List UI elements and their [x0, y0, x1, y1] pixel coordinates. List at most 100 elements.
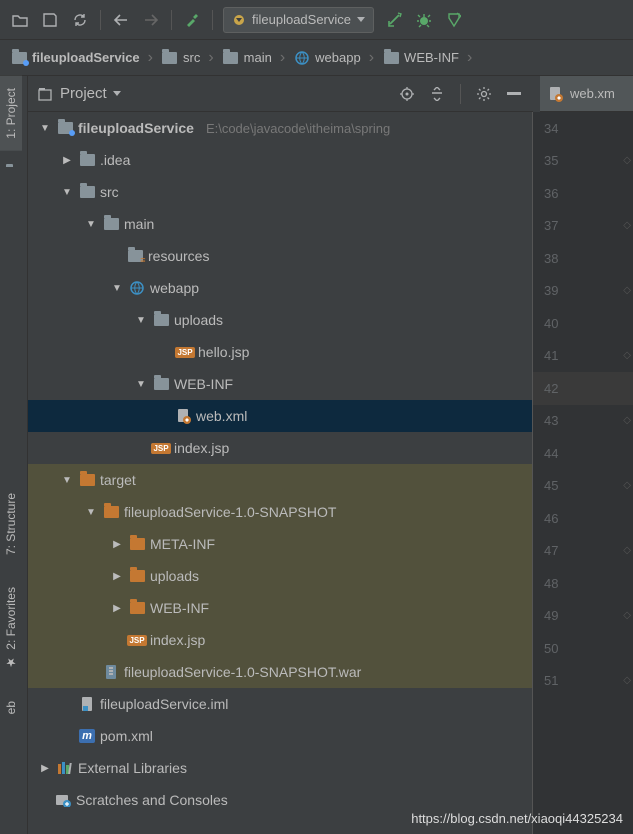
folder-icon [78, 471, 96, 489]
gutter-line[interactable]: 46 [532, 502, 633, 535]
tree-iml[interactable]: fileuploadService.iml [28, 688, 532, 720]
expand-arrow-icon[interactable]: ▶ [110, 603, 124, 614]
chevron-down-icon [113, 91, 121, 97]
folder-icon [161, 49, 179, 67]
debug-icon[interactable] [410, 6, 438, 34]
gutter-line[interactable]: 40 [532, 307, 633, 340]
gutter-line[interactable]: 41◇ [532, 340, 633, 373]
gutter-border [532, 112, 533, 834]
save-icon[interactable] [36, 6, 64, 34]
tree-war[interactable]: fileuploadService-1.0-SNAPSHOT.war [28, 656, 532, 688]
expand-arrow-icon[interactable]: ▼ [134, 315, 148, 326]
breadcrumb: fileuploadService › src › main › webapp … [0, 40, 633, 76]
crumb-webapp[interactable]: webapp [287, 46, 367, 70]
gutter-line[interactable]: 47◇ [532, 535, 633, 568]
tree-webapp[interactable]: ▼ webapp [28, 272, 532, 304]
expand-arrow-icon[interactable]: ▼ [84, 507, 98, 518]
gutter-line[interactable]: 45◇ [532, 470, 633, 503]
run-icon[interactable] [380, 6, 408, 34]
editor-tab-webxml[interactable]: web.xm [540, 76, 633, 112]
gutter-line[interactable]: 39◇ [532, 275, 633, 308]
jsp-file-icon: JSP [152, 439, 170, 457]
expand-arrow-icon[interactable]: ▼ [60, 475, 74, 486]
tree-metainf[interactable]: ▶ META-INF [28, 528, 532, 560]
web-folder-icon [293, 49, 311, 67]
tree-src[interactable]: ▼ src [28, 176, 532, 208]
jsp-file-icon: JSP [176, 343, 194, 361]
module-folder-icon [56, 119, 74, 137]
back-arrow-icon[interactable] [107, 6, 135, 34]
crumb-webinf[interactable]: WEB-INF [376, 46, 465, 70]
tree-resources[interactable]: ≡ resources [28, 240, 532, 272]
gutter-line[interactable]: 37◇ [532, 210, 633, 243]
expand-arrow-icon[interactable]: ▼ [110, 283, 124, 294]
separator [460, 84, 461, 104]
folder-stripe-icon[interactable] [6, 167, 22, 183]
folder-icon [152, 311, 170, 329]
stripe-tab-project[interactable]: 1: Project [0, 76, 22, 151]
gutter-line[interactable]: 48 [532, 567, 633, 600]
crumb-module[interactable]: fileuploadService [4, 46, 146, 70]
project-view-selector[interactable]: Project [36, 85, 121, 103]
tree-webinf2[interactable]: ▶ WEB-INF [28, 592, 532, 624]
tree-root[interactable]: ▼ fileuploadService E:\code\javacode\ith… [28, 112, 532, 144]
tree-snapshot[interactable]: ▼ fileuploadService-1.0-SNAPSHOT [28, 496, 532, 528]
tree-uploads[interactable]: ▼ uploads [28, 304, 532, 336]
separator [212, 10, 213, 30]
project-panel-header: Project [28, 76, 533, 112]
tree-uploads2[interactable]: ▶ uploads [28, 560, 532, 592]
folder-icon [222, 49, 240, 67]
gutter-line[interactable]: 38 [532, 242, 633, 275]
top-toolbar: fileuploadService [0, 0, 633, 40]
iml-file-icon [78, 695, 96, 713]
gutter-line[interactable]: 49◇ [532, 600, 633, 633]
jsp-file-icon: JSP [128, 631, 146, 649]
stripe-tab-favorites[interactable]: ★2: Favorites [0, 575, 22, 682]
tree-index-jsp[interactable]: JSP index.jsp [28, 432, 532, 464]
tree-idea[interactable]: ▶ .idea [28, 144, 532, 176]
build-hammer-icon[interactable] [178, 6, 206, 34]
crumb-main[interactable]: main [216, 46, 278, 70]
expand-arrow-icon[interactable]: ▼ [134, 379, 148, 390]
gear-icon[interactable] [473, 83, 495, 105]
expand-arrow-icon[interactable]: ▼ [84, 219, 98, 230]
gutter-line[interactable]: 50 [532, 632, 633, 665]
gutter-line[interactable]: 51◇ [532, 665, 633, 698]
crumb-src[interactable]: src [155, 46, 206, 70]
tree-index-jsp2[interactable]: JSP index.jsp [28, 624, 532, 656]
gutter-line[interactable]: 34 [532, 112, 633, 145]
gutter-line[interactable]: 35◇ [532, 145, 633, 178]
gutter-line[interactable]: 42 [532, 372, 633, 405]
tree-hello-jsp[interactable]: JSP hello.jsp [28, 336, 532, 368]
tree-main[interactable]: ▼ main [28, 208, 532, 240]
tree-web-xml[interactable]: web.xml [28, 400, 532, 432]
chevron-right-icon: › [148, 49, 153, 67]
sync-icon[interactable] [66, 6, 94, 34]
expand-arrow-icon[interactable]: ▶ [110, 571, 124, 582]
expand-arrow-icon[interactable]: ▼ [60, 187, 74, 198]
expand-arrow-icon[interactable]: ▶ [38, 763, 52, 774]
tree-external-libs[interactable]: ▶ External Libraries [28, 752, 532, 784]
tree-target[interactable]: ▼ target [28, 464, 532, 496]
tree-pom[interactable]: m pom.xml [28, 720, 532, 752]
libraries-icon [56, 759, 74, 777]
tree-webinf[interactable]: ▼ WEB-INF [28, 368, 532, 400]
minimize-icon[interactable] [503, 83, 525, 105]
gutter-line[interactable]: 44 [532, 437, 633, 470]
folder-icon [78, 183, 96, 201]
expand-arrow-icon[interactable]: ▶ [110, 539, 124, 550]
run-config-dropdown[interactable]: fileuploadService [223, 7, 374, 33]
run-coverage-icon[interactable] [440, 6, 468, 34]
stripe-tab-eb[interactable]: eb [0, 689, 22, 726]
expand-arrow-icon[interactable]: ▼ [38, 123, 52, 134]
gutter-line[interactable]: 43◇ [532, 405, 633, 438]
locate-icon[interactable] [396, 83, 418, 105]
chevron-right-icon: › [369, 49, 374, 67]
gutter-line[interactable]: 36 [532, 177, 633, 210]
expand-all-icon[interactable] [426, 83, 448, 105]
separator [171, 10, 172, 30]
open-file-icon[interactable] [6, 6, 34, 34]
stripe-tab-structure[interactable]: 7: Structure [0, 481, 22, 567]
expand-arrow-icon[interactable]: ▶ [60, 155, 74, 166]
folder-icon [102, 215, 120, 233]
